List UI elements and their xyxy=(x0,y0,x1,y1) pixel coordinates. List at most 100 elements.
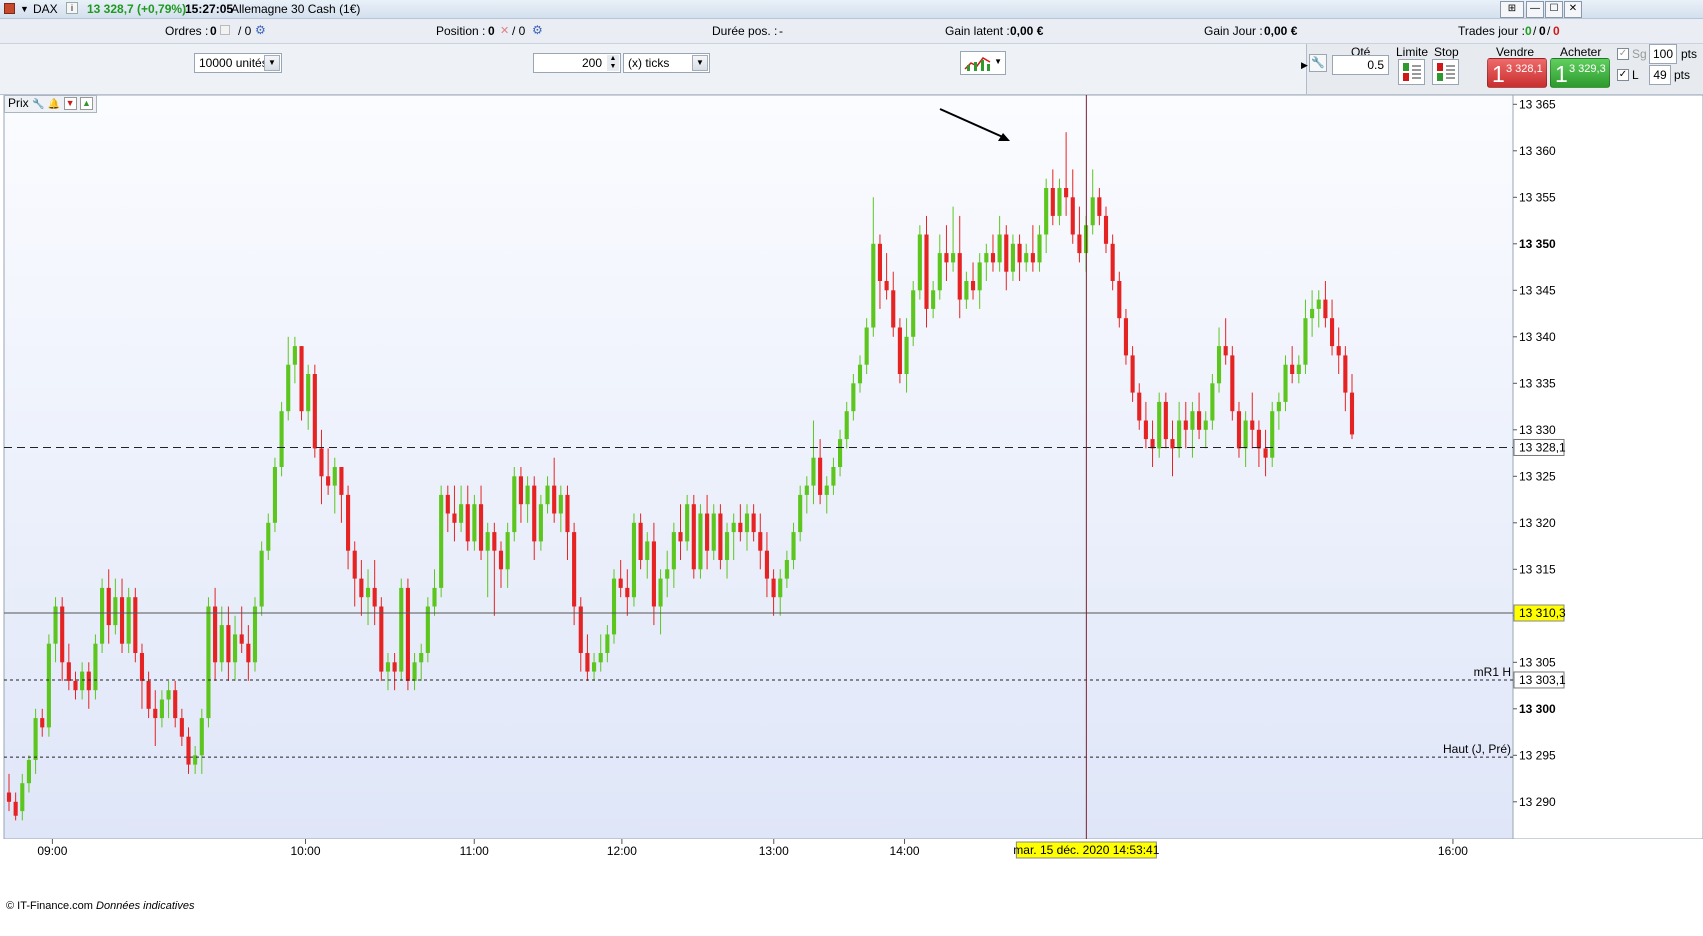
candle-body xyxy=(897,327,902,374)
candle xyxy=(1230,346,1235,421)
candle-body xyxy=(100,587,105,644)
candle-body xyxy=(864,327,869,365)
l-input[interactable]: 49 xyxy=(1649,65,1671,85)
keyboard-icon[interactable]: ⊞ xyxy=(1500,1,1524,18)
candle-body xyxy=(266,522,271,551)
candle-body xyxy=(46,643,51,728)
symbol-label[interactable]: DAX xyxy=(33,2,58,16)
gain-latent-value: 0,00 € xyxy=(1010,24,1044,38)
candle xyxy=(133,587,138,663)
candle-body xyxy=(1250,420,1255,430)
candle-body xyxy=(977,262,982,291)
chevron-down-icon[interactable]: ▼ xyxy=(264,55,280,71)
candle-body xyxy=(286,364,291,412)
units-select[interactable]: 10000 unités ▼ xyxy=(194,53,282,73)
arrow-up-icon[interactable]: ▲ xyxy=(79,97,93,111)
orders-label: Ordres : xyxy=(165,24,209,38)
candle xyxy=(252,597,258,672)
menu-grid-icon[interactable] xyxy=(4,3,15,14)
ticks-count-input[interactable]: 200 ▲ ▼ xyxy=(533,53,621,73)
candle-body xyxy=(678,532,683,542)
candle xyxy=(100,578,105,653)
position-gears-icon[interactable]: ⚙ xyxy=(532,23,543,37)
wrench-icon[interactable]: 🔧 xyxy=(32,99,44,110)
candle-body xyxy=(944,253,949,263)
position-close-icon[interactable]: ✕ xyxy=(500,24,509,37)
minimize-button[interactable]: — xyxy=(1526,1,1544,18)
stop-label: Stop xyxy=(1434,45,1459,59)
info-icon[interactable]: i xyxy=(66,2,78,14)
candle-body xyxy=(1077,234,1082,254)
stop-order-icon xyxy=(1437,63,1455,81)
candle-body xyxy=(1223,346,1228,356)
buy-big-digit: 1 xyxy=(1555,61,1568,87)
candle-body xyxy=(1323,299,1328,319)
candle-body xyxy=(824,485,829,495)
sell-button[interactable]: 1 3 328,1 xyxy=(1487,58,1547,88)
candle-body xyxy=(459,504,464,523)
x-tick-label: 09:00 xyxy=(37,844,67,858)
candle-body xyxy=(984,253,989,263)
close-button[interactable]: ✕ xyxy=(1564,1,1582,18)
sell-big-digit: 1 xyxy=(1492,61,1505,87)
candle-body xyxy=(20,783,25,812)
candle xyxy=(917,225,922,300)
candle-body xyxy=(1276,401,1281,412)
chart-type-icon xyxy=(964,57,991,71)
candle-body xyxy=(53,606,58,644)
trades-value-1: 0 xyxy=(1525,24,1532,38)
candle-body xyxy=(346,494,351,551)
candle-body xyxy=(970,281,976,291)
price-chart[interactable]: 13 365 13 360 13 355 13 350 13 345 13 340 13 3… xyxy=(0,95,1703,936)
stop-order-button[interactable] xyxy=(1432,59,1459,85)
candle xyxy=(405,578,410,691)
chevron-down-icon[interactable]: ▼ xyxy=(692,55,708,71)
candle-body xyxy=(1343,355,1348,393)
candle-body xyxy=(671,532,676,570)
bell-icon[interactable]: 🔔 xyxy=(48,99,60,110)
candle-body xyxy=(319,448,324,477)
y-axis-panel xyxy=(1512,95,1703,840)
limit-order-button[interactable] xyxy=(1398,59,1425,85)
candle-body xyxy=(1230,355,1235,412)
candle-body xyxy=(1157,401,1162,449)
buy-button[interactable]: 1 3 329,3 xyxy=(1550,58,1610,88)
candle-body xyxy=(1203,420,1208,430)
gears-icon[interactable]: ⚙ xyxy=(255,23,266,37)
candle-body xyxy=(764,550,769,579)
sg-checkbox[interactable]: ✓ xyxy=(1617,48,1629,60)
l-checkbox[interactable]: ✓ xyxy=(1617,69,1629,81)
panel-toggle-icon[interactable]: ▶ xyxy=(1301,60,1308,71)
wrench-button[interactable]: 🔧 xyxy=(1309,54,1327,72)
chevron-down-icon[interactable]: ▼ xyxy=(994,57,1002,66)
candle-body xyxy=(1017,243,1022,263)
candle-body xyxy=(1070,197,1075,235)
candle-body xyxy=(1097,197,1102,216)
maximize-button[interactable]: ☐ xyxy=(1545,1,1563,18)
duration-value: - xyxy=(779,24,783,38)
candle xyxy=(512,467,517,542)
info-bar: Ordres : 0 / 0 ⚙ Position : 0 ✕ / 0 ⚙ Du… xyxy=(0,19,1703,44)
candle xyxy=(1270,401,1275,467)
candle-body xyxy=(811,457,816,486)
ticks-unit-select[interactable]: (x) ticks ▼ xyxy=(623,53,710,73)
candle-body xyxy=(159,699,164,719)
chart-type-button[interactable]: ▼ xyxy=(960,51,1006,75)
candle-body xyxy=(465,504,470,542)
spinner-icon[interactable]: ▲ ▼ xyxy=(607,55,619,71)
price-line-label: 13 328,1 xyxy=(1519,440,1566,454)
candle-body xyxy=(1030,253,1035,263)
qty-input[interactable]: 0.5 xyxy=(1332,55,1389,75)
candle-body xyxy=(917,234,922,291)
arrow-down-icon[interactable]: ▼ xyxy=(63,97,77,111)
dropdown-arrow-icon[interactable]: ▼ xyxy=(20,4,29,14)
candle xyxy=(206,597,211,728)
candle-body xyxy=(778,578,783,598)
orders-cancel-icon[interactable] xyxy=(220,25,230,35)
gain-latent-label: Gain latent : xyxy=(945,24,1010,38)
candle-body xyxy=(452,513,457,523)
sg-input[interactable]: 100 xyxy=(1649,44,1677,64)
candle-body xyxy=(1336,346,1341,356)
candle-body xyxy=(40,718,45,728)
candle-body xyxy=(724,532,730,560)
